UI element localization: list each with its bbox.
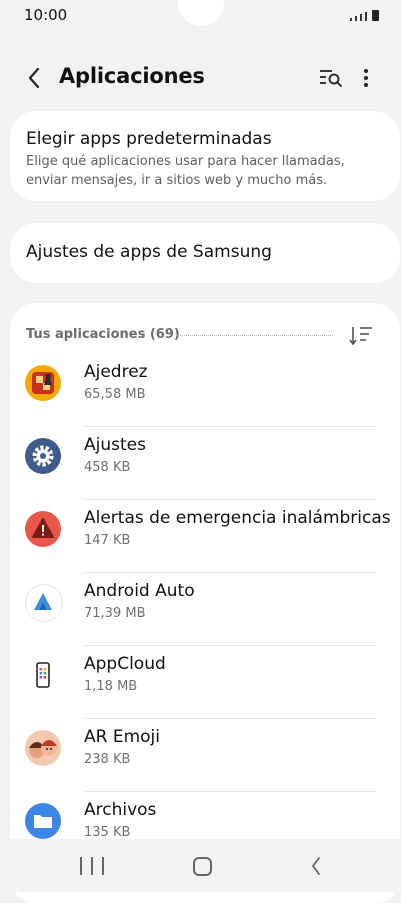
default-apps-title: Elegir apps predeterminadas bbox=[26, 129, 272, 149]
nav-back-icon bbox=[311, 857, 320, 875]
default-apps-subtitle: Elige qué aplicaciones usar para hacer l… bbox=[26, 154, 345, 188]
app-row-appcloud[interactable]: AppCloud 1,18 MB bbox=[10, 646, 400, 719]
app-size: 147 KB bbox=[84, 533, 131, 548]
back-arrow-icon bbox=[28, 67, 40, 89]
app-size: 238 KB bbox=[84, 752, 131, 767]
app-name: Android Auto bbox=[84, 581, 195, 601]
back-button[interactable] bbox=[18, 62, 50, 94]
recent-apps-button[interactable] bbox=[80, 857, 104, 875]
samsung-app-settings-card[interactable]: Ajustes de apps de Samsung bbox=[10, 223, 400, 283]
ar-emoji-icon bbox=[25, 730, 61, 766]
page-title: Aplicaciones bbox=[59, 64, 205, 88]
app-row-ar-emoji[interactable]: AR Emoji 238 KB bbox=[10, 719, 400, 792]
app-size: 65,58 MB bbox=[84, 387, 146, 402]
status-bar: 10:00 bbox=[0, 0, 401, 32]
search-list-icon bbox=[320, 70, 342, 87]
sort-button[interactable] bbox=[346, 323, 376, 349]
sort-icon bbox=[349, 327, 372, 346]
status-time: 10:00 bbox=[24, 6, 68, 24]
default-apps-card[interactable]: Elegir apps predeterminadas Elige qué ap… bbox=[10, 111, 400, 201]
signal-icon bbox=[350, 18, 352, 21]
android-auto-icon bbox=[25, 584, 63, 622]
camera-notch bbox=[178, 0, 224, 26]
app-name: Ajedrez bbox=[84, 362, 148, 382]
app-row-ajustes[interactable]: Ajustes 458 KB bbox=[10, 427, 400, 500]
status-icons bbox=[350, 10, 379, 21]
header-divider bbox=[177, 335, 333, 336]
app-row-android-auto[interactable]: Android Auto 71,39 MB bbox=[10, 573, 400, 646]
home-button[interactable] bbox=[193, 857, 212, 876]
folder-icon bbox=[25, 803, 61, 839]
more-options-button[interactable] bbox=[354, 62, 378, 94]
warning-triangle-icon bbox=[25, 511, 61, 547]
more-vert-icon bbox=[364, 69, 368, 87]
search-button[interactable] bbox=[315, 62, 347, 94]
phone-icon bbox=[25, 657, 61, 693]
nav-back-button[interactable] bbox=[306, 855, 326, 877]
apps-list-card: Tus aplicaciones (69) Ajedrez 65,58 MB A… bbox=[10, 303, 400, 903]
settings-gear-icon bbox=[25, 438, 61, 474]
app-size: 458 KB bbox=[84, 460, 131, 475]
chess-icon bbox=[25, 365, 61, 401]
apps-list-header: Tus aplicaciones (69) bbox=[26, 327, 180, 342]
app-row-alertas-emergencia[interactable]: Alertas de emergencia inalámbricas 147 K… bbox=[10, 500, 400, 573]
samsung-app-settings-title: Ajustes de apps de Samsung bbox=[26, 242, 272, 262]
app-name: Ajustes bbox=[84, 435, 146, 455]
app-name: AR Emoji bbox=[84, 727, 160, 747]
top-app-bar: Aplicaciones bbox=[0, 52, 401, 104]
app-size: 71,39 MB bbox=[84, 606, 146, 621]
navigation-bar bbox=[0, 839, 401, 892]
app-name: Alertas de emergencia inalámbricas bbox=[84, 508, 391, 528]
app-name: Archivos bbox=[84, 800, 157, 820]
app-row-ajedrez[interactable]: Ajedrez 65,58 MB bbox=[10, 354, 400, 427]
app-name: AppCloud bbox=[84, 654, 166, 674]
app-size: 1,18 MB bbox=[84, 679, 138, 694]
app-size: 135 KB bbox=[84, 825, 131, 840]
battery-icon bbox=[372, 10, 379, 21]
